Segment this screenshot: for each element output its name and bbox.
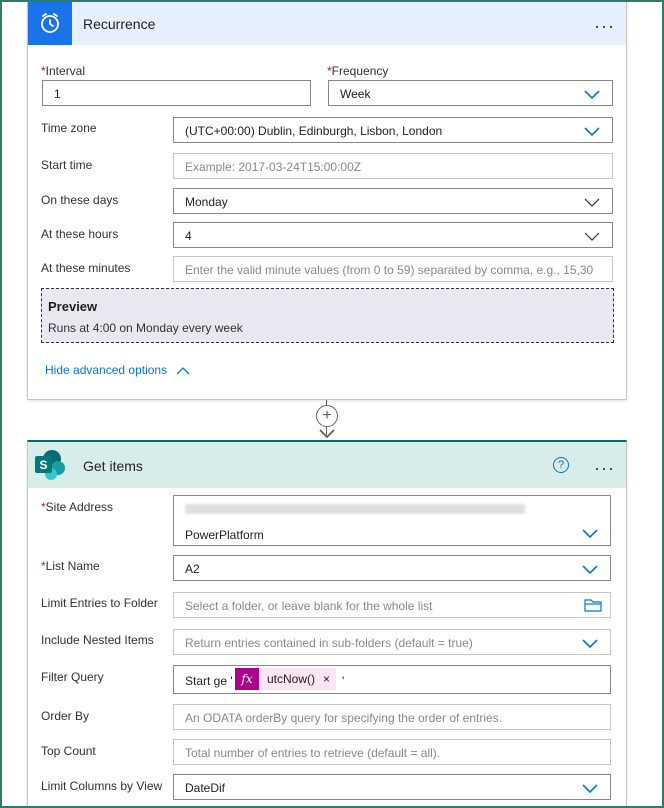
arrow-down-icon — [319, 429, 335, 439]
top-count-label: Top Count — [41, 744, 96, 758]
chevron-up-icon — [176, 366, 190, 375]
chevron-down-icon — [582, 639, 598, 649]
chevron-down-icon — [584, 127, 600, 137]
get-items-more-icon[interactable]: ··· — [594, 459, 615, 477]
hide-advanced-options-link[interactable]: Hide advanced options — [45, 363, 190, 377]
chevron-down-icon — [584, 232, 600, 241]
recurrence-more-icon[interactable]: ··· — [594, 17, 615, 35]
filter-query-label: Filter Query — [41, 670, 104, 684]
frequency-label: *Frequency — [327, 64, 389, 78]
site-address-select[interactable]: PowerPlatform — [173, 495, 611, 546]
utcnow-expression-token[interactable]: fx utcNow() × — [235, 668, 337, 690]
sharepoint-icon-tile: S — [32, 446, 68, 484]
recurrence-header[interactable]: Recurrence ··· — [28, 1, 626, 45]
top-count-input[interactable]: Total number of entries to retrieve (def… — [173, 739, 611, 765]
get-items-title: Get items — [83, 458, 143, 474]
chevron-down-icon — [582, 565, 598, 575]
days-select[interactable]: Monday — [173, 188, 613, 214]
alarm-clock-icon — [41, 13, 59, 33]
folder-icon[interactable] — [584, 598, 602, 612]
token-name: utcNow() — [267, 672, 316, 686]
chevron-down-icon — [584, 90, 600, 100]
chevron-down-icon — [584, 198, 600, 207]
chevron-down-icon — [582, 784, 598, 794]
minutes-label: At these minutes — [41, 261, 131, 275]
hours-label: At these hours — [41, 227, 119, 241]
timezone-select[interactable]: (UTC+00:00) Dublin, Edinburgh, Lisbon, L… — [173, 117, 613, 143]
nested-items-select[interactable]: Return entries contained in sub-folders … — [173, 629, 611, 655]
limit-view-select[interactable]: DateDif — [173, 774, 611, 800]
insert-step-button[interactable]: + — [316, 405, 338, 427]
list-name-select[interactable]: A2 — [173, 555, 611, 581]
filter-query-suffix: ' — [342, 674, 345, 688]
preview-text: Runs at 4:00 on Monday every week — [48, 321, 243, 335]
svg-text:S: S — [39, 458, 47, 472]
interval-input[interactable]: 1 — [42, 80, 311, 106]
preview-box: Preview Runs at 4:00 on Monday every wee… — [41, 288, 614, 343]
limit-folder-label: Limit Entries to Folder — [41, 596, 158, 610]
order-by-input[interactable]: An ODATA orderBy query for specifying th… — [173, 704, 611, 730]
help-icon[interactable]: ? — [553, 457, 569, 473]
timezone-label: Time zone — [41, 121, 97, 135]
starttime-input[interactable]: Example: 2017-03-24T15:00:00Z — [173, 153, 613, 179]
fx-icon: fx — [235, 668, 259, 690]
filter-query-prefix: Start ge ' — [185, 674, 233, 688]
limit-folder-input[interactable]: Select a folder, or leave blank for the … — [173, 592, 611, 618]
plus-icon: + — [322, 407, 332, 424]
order-by-label: Order By — [41, 709, 90, 723]
hours-select[interactable]: 4 — [173, 222, 613, 248]
recurrence-icon-tile — [28, 1, 72, 45]
frequency-select[interactable]: Week — [328, 80, 613, 106]
interval-label: *Interval — [41, 64, 86, 78]
remove-token-icon[interactable]: × — [323, 672, 336, 686]
site-address-label: *Site Address — [41, 500, 114, 514]
site-address-value: PowerPlatform — [185, 528, 264, 542]
chevron-down-icon — [582, 529, 598, 539]
limit-view-label: Limit Columns by View — [41, 779, 163, 793]
starttime-label: Start time — [41, 158, 93, 172]
preview-title: Preview — [48, 299, 98, 314]
recurrence-title: Recurrence — [83, 16, 156, 32]
minutes-input[interactable]: Enter the valid minute values (from 0 to… — [173, 256, 613, 282]
get-items-header[interactable]: S Get items ? ··· — [28, 442, 626, 488]
sharepoint-icon: S — [35, 450, 65, 480]
days-label: On these days — [41, 193, 119, 207]
site-address-blurred-url — [185, 504, 525, 514]
nested-items-label: Include Nested Items — [41, 633, 154, 647]
list-name-label: *List Name — [41, 559, 100, 573]
